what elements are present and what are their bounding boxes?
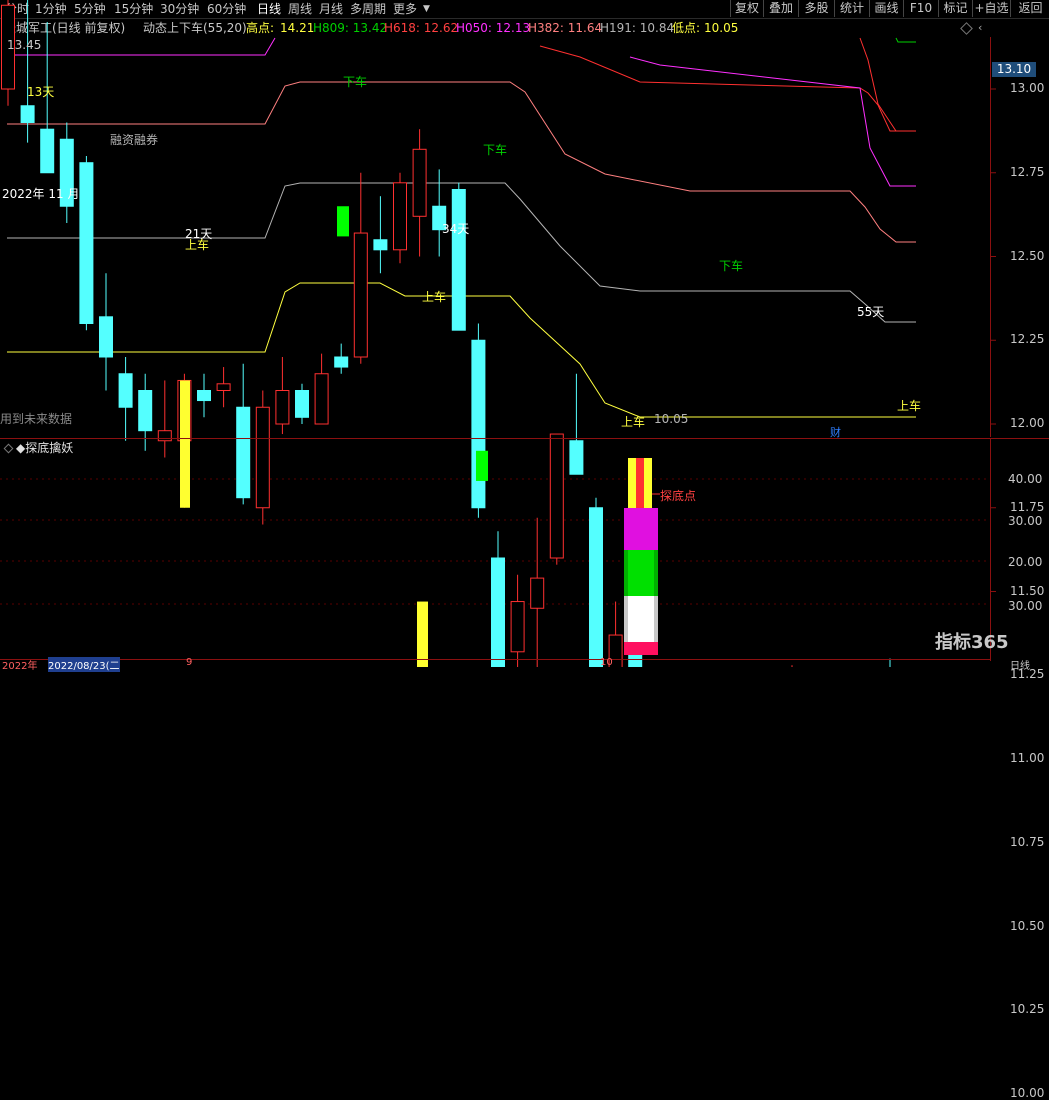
candle-body	[471, 339, 486, 509]
candle-body	[99, 316, 113, 358]
candle-body	[530, 577, 545, 609]
down-signal-3: 下车	[719, 259, 744, 273]
candle-body	[589, 507, 603, 667]
rzrq-label[interactable]: 融资融券	[110, 131, 158, 148]
candle-body	[275, 390, 290, 425]
sub-tick-2: 30.00	[1008, 514, 1043, 528]
date-year: 2022年	[2, 661, 38, 672]
yellow-signal-candle	[417, 601, 428, 667]
sub-tick-1: 40.00	[1008, 472, 1043, 486]
price-tick: 13.00	[1010, 81, 1045, 95]
price-tick: 11.00	[1010, 751, 1045, 765]
candle-body	[451, 189, 466, 331]
green-signal-candle	[337, 206, 349, 237]
sub-chart-title-bar: ◆探底擒妖	[0, 438, 990, 457]
price-tick: 12.25	[1010, 332, 1045, 347]
sub-settings-icon[interactable]	[3, 443, 14, 454]
days-34-label: 34天	[442, 222, 470, 236]
candle-body	[314, 373, 329, 425]
high-price-marker: 13.45	[7, 38, 42, 52]
price-tick: 10.75	[1010, 834, 1045, 849]
h618-drop-line	[859, 37, 916, 132]
candle-body	[40, 128, 55, 174]
price-tick: 10.50	[1010, 918, 1045, 933]
price-tick: 11.25	[1010, 667, 1045, 682]
candle-body	[138, 390, 153, 432]
candle-body	[255, 406, 270, 509]
date-cursor: 2022/08/23(二	[48, 657, 120, 672]
days-13-label: 13天	[27, 85, 55, 99]
price-axis	[990, 37, 1049, 437]
candle-body	[510, 601, 525, 653]
sub-tick-3: 20.00	[1008, 555, 1043, 569]
candle-body	[79, 162, 94, 324]
future-data-warning: 用到未来数据	[0, 412, 73, 426]
price-tick: 12.75	[1010, 164, 1045, 179]
up-signal-2: 上车	[422, 290, 447, 304]
sub-bar-magenta	[624, 508, 658, 550]
down-signal-1: 下车	[343, 75, 368, 89]
candle-body	[334, 356, 349, 368]
current-price-box: 13.10	[992, 62, 1036, 77]
candle-body	[216, 383, 231, 391]
date-month-10: 10	[600, 657, 613, 668]
up-signal-3: 上车	[897, 399, 922, 413]
low-price-marker: 10.05	[654, 412, 689, 426]
price-tick: 11.75	[1010, 499, 1045, 514]
candle-body	[295, 390, 309, 418]
candle-body	[373, 239, 388, 251]
candle-body	[393, 182, 407, 251]
price-tick: 12.50	[1010, 248, 1045, 263]
candle-body	[197, 390, 211, 402]
days-55-label: 55天	[857, 305, 885, 319]
down-signal-2: 下车	[483, 143, 508, 157]
price-tick: 12.00	[1010, 416, 1045, 430]
candle-body	[412, 148, 427, 217]
candlestick-chart	[0, 0, 996, 667]
date-label: 2022年 11 月	[2, 187, 80, 201]
date-month-9: 9	[186, 657, 193, 668]
h809-line	[895, 37, 916, 43]
candle-body	[353, 232, 368, 358]
watermark-logo: 指标365	[935, 632, 1009, 653]
up-signal-1: 上车	[185, 238, 210, 252]
sub-tick-4: 30.00	[1008, 599, 1043, 613]
sub-bar-green-inner	[628, 550, 654, 596]
candle-body	[20, 105, 35, 123]
up-signal-4: 上车	[621, 415, 646, 429]
price-tick: 11.50	[1010, 583, 1045, 598]
sub-bar-gray-inner	[628, 596, 654, 642]
candle-body	[491, 557, 505, 667]
sub-bar-pink	[624, 642, 658, 655]
price-tick: 10.00	[1010, 1086, 1045, 1100]
sub-bar-red	[636, 458, 644, 508]
bottom-point-label: 探底点	[660, 489, 697, 503]
price-tick: 10.25	[1010, 1002, 1045, 1017]
h050-support-line	[629, 56, 916, 187]
candle-body	[118, 373, 133, 408]
sub-indicator-name[interactable]: ◆探底擒妖	[16, 440, 73, 456]
